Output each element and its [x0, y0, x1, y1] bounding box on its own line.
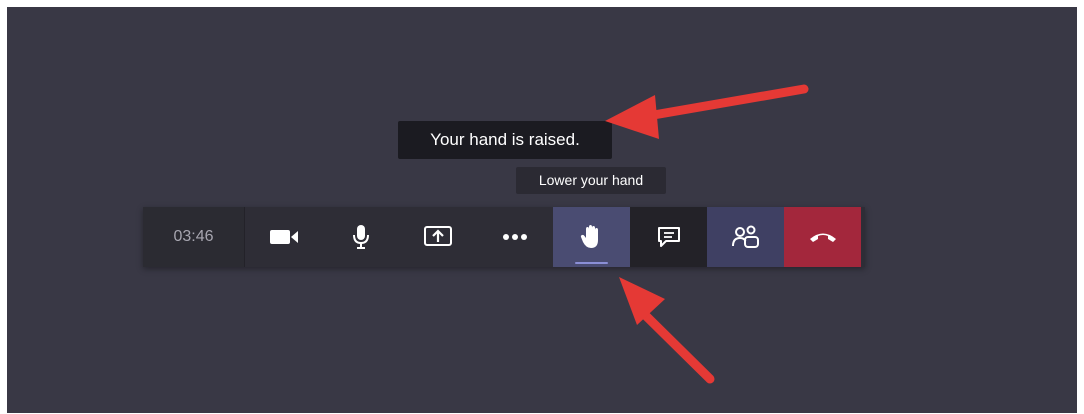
annotation-arrow-bottom: [619, 277, 715, 384]
meeting-stage: Your hand is raised. Lower your hand 03:…: [7, 7, 1077, 413]
